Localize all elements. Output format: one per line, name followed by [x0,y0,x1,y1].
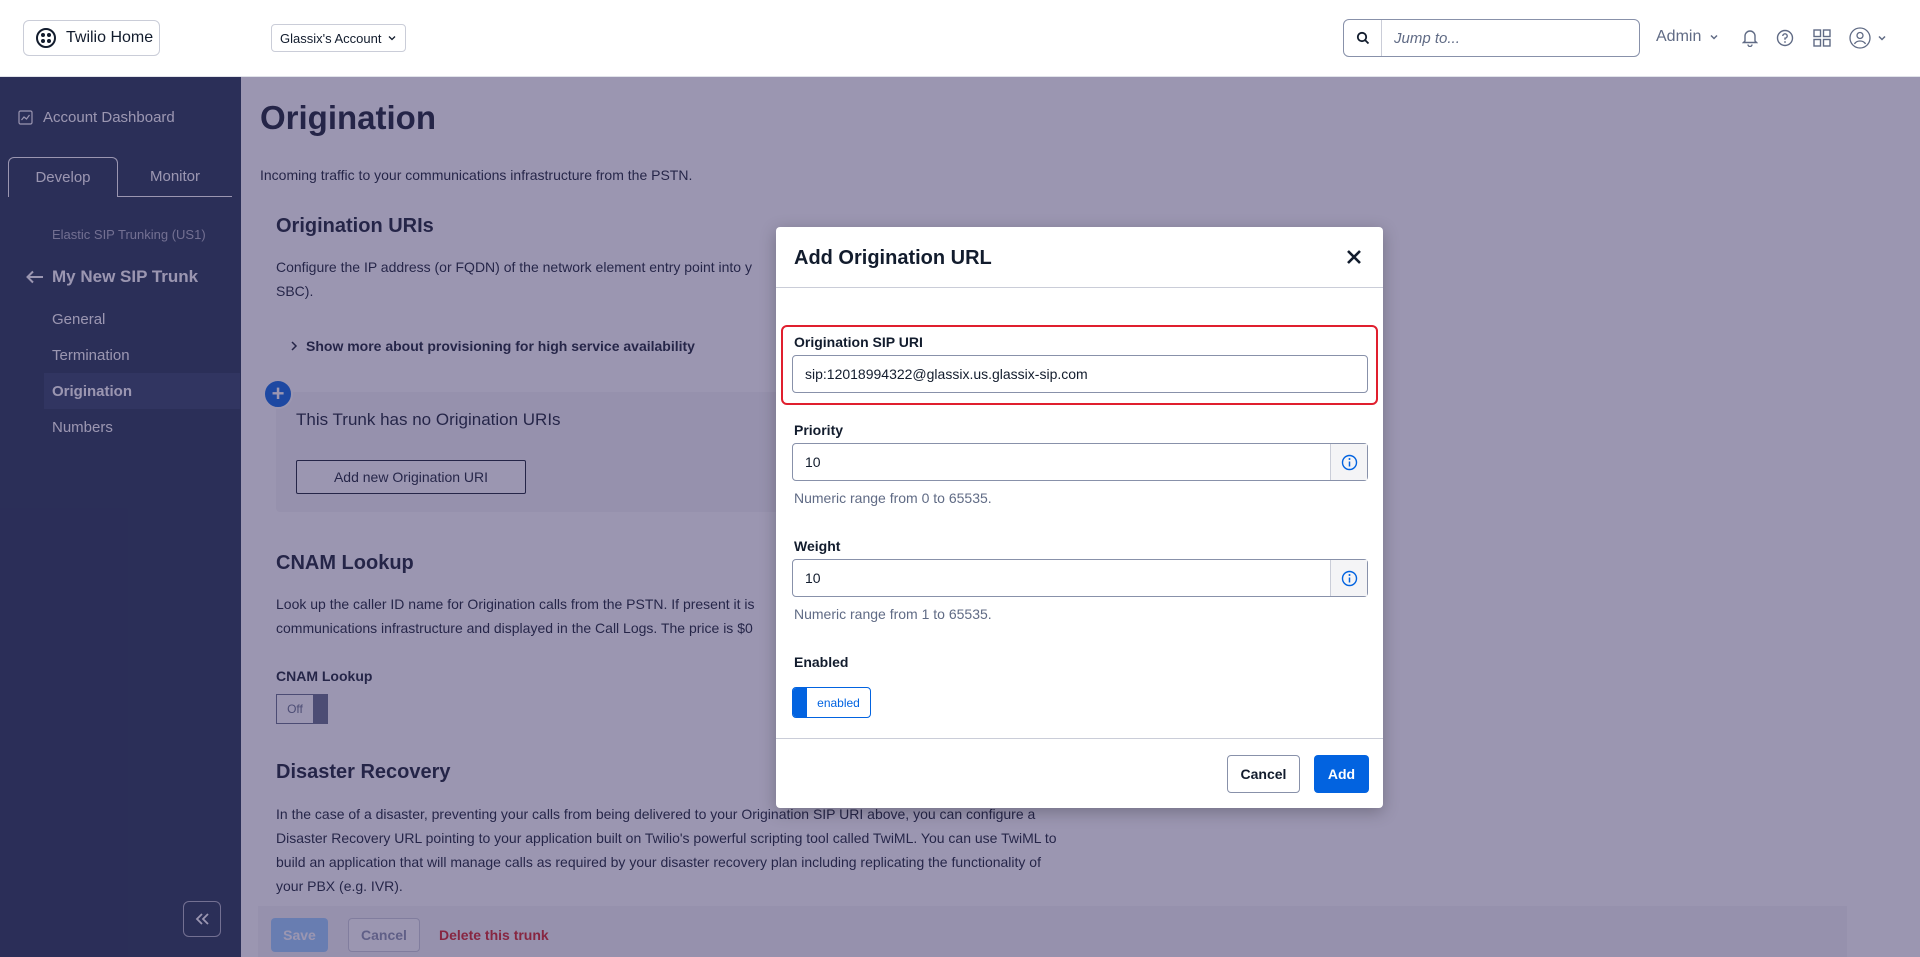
weight-help-text: Numeric range from 1 to 65535. [794,606,992,622]
sip-uri-label: Origination SIP URI [794,334,923,350]
priority-help-text: Numeric range from 0 to 65535. [794,490,992,506]
enabled-toggle-knob [793,688,807,717]
modal-footer-divider [776,738,1383,739]
modal-add-button[interactable]: Add [1314,755,1369,793]
jump-to-search[interactable] [1343,19,1640,57]
app-grid-icon[interactable] [1812,28,1832,48]
priority-input[interactable]: 10 [792,443,1368,481]
weight-input[interactable]: 10 [792,559,1368,597]
weight-value: 10 [805,570,821,586]
priority-value: 10 [805,454,821,470]
twilio-logo-icon [36,28,56,48]
priority-label: Priority [794,422,844,438]
modal-cancel-button[interactable]: Cancel [1227,755,1300,793]
search-icon [1344,20,1382,56]
info-icon[interactable] [1330,444,1367,480]
enabled-toggle-state: enabled [817,695,860,710]
enabled-toggle[interactable]: enabled [792,687,871,718]
help-icon[interactable] [1775,28,1795,48]
modal-header: Add Origination URL [776,227,1383,288]
twilio-home-button[interactable]: Twilio Home [23,20,160,56]
account-label: Glassix's Account [280,30,382,46]
top-bar: Twilio Home Glassix's Account Admin [0,0,1920,77]
chevron-down-icon [389,36,396,41]
user-menu-label: Admin [1656,28,1702,45]
sip-uri-input[interactable]: sip:12018994322@glassix.us.glassix-sip.c… [792,355,1368,393]
add-origination-url-modal: Add Origination URL Origination SIP URI … [776,227,1383,808]
bell-icon[interactable] [1740,28,1760,48]
modal-title: Add Origination URL [794,247,992,269]
chevron-down-icon [1710,34,1718,40]
chevron-down-icon [1878,35,1886,41]
info-icon[interactable] [1330,560,1367,596]
close-icon[interactable] [1342,245,1366,269]
weight-label: Weight [794,538,841,554]
enabled-label: Enabled [794,654,849,670]
account-switcher[interactable]: Glassix's Account [271,24,407,52]
search-input[interactable] [1382,21,1639,55]
user-menu[interactable]: Admin [1656,28,1719,46]
twilio-home-label: Twilio Home [66,29,154,46]
user-avatar-icon[interactable] [1848,27,1888,49]
